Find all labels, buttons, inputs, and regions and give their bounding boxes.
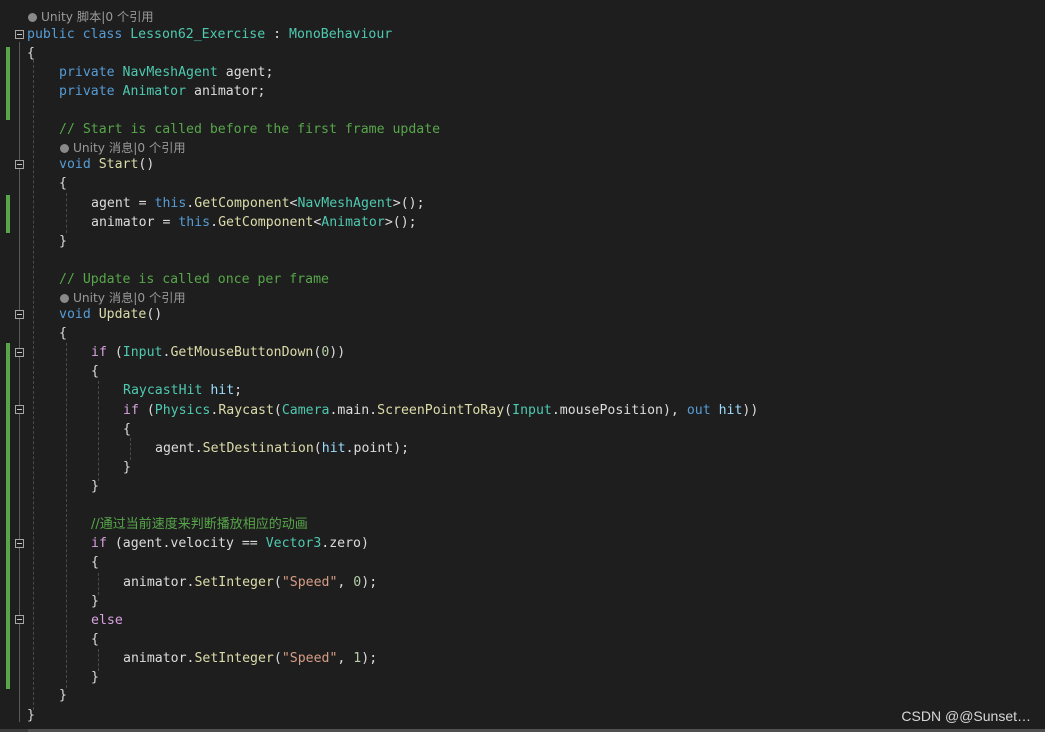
- indent-guide: [66, 193, 67, 233]
- fold-toggle-update[interactable]: [15, 310, 24, 319]
- code-line-brace[interactable]: {: [91, 362, 99, 381]
- csdn-watermark: CSDN @@Sunset…: [901, 708, 1031, 724]
- fold-toggle-else[interactable]: [15, 615, 24, 624]
- code-line-brace[interactable]: {: [27, 44, 35, 63]
- code-comment-chinese[interactable]: //通过当前速度来判断播放相应的动画: [91, 515, 308, 534]
- code-line-start-decl[interactable]: void Start(): [59, 155, 154, 174]
- code-line-set-speed-0[interactable]: animator.SetInteger("Speed", 0);: [123, 573, 377, 592]
- code-line-class-decl[interactable]: public class Lesson62_Exercise : MonoBeh…: [27, 25, 392, 44]
- indent-guide: [98, 381, 99, 481]
- code-line-else[interactable]: else: [91, 611, 123, 630]
- fold-toggle-start[interactable]: [15, 160, 24, 169]
- code-line-brace[interactable]: }: [59, 232, 67, 251]
- unity-icon: [60, 294, 69, 303]
- indent-guide: [66, 343, 67, 688]
- fold-toggle-class[interactable]: [15, 30, 24, 39]
- code-editor[interactable]: Unity 脚本|0 个引用 public class Lesson62_Exe…: [0, 0, 1045, 732]
- code-comment-start[interactable]: // Start is called before the first fram…: [59, 120, 440, 139]
- code-line-if-mouse[interactable]: if (Input.GetMouseButtonDown(0)): [91, 343, 345, 362]
- code-line-brace[interactable]: }: [91, 668, 99, 687]
- indent-guide: [33, 60, 34, 710]
- unity-icon: [28, 13, 37, 22]
- code-line-brace[interactable]: {: [123, 420, 131, 439]
- code-line-raycasthit[interactable]: RaycastHit hit;: [123, 381, 242, 400]
- code-line-if-velocity[interactable]: if (agent.velocity == Vector3.zero): [91, 534, 369, 553]
- code-line-brace[interactable]: }: [59, 686, 67, 705]
- code-line-field-agent[interactable]: private NavMeshAgent agent;: [59, 63, 273, 82]
- code-line-brace[interactable]: }: [91, 592, 99, 611]
- change-marker: [6, 64, 10, 120]
- change-marker: [6, 343, 10, 689]
- code-line-brace[interactable]: }: [91, 477, 99, 496]
- fold-toggle-if-velocity[interactable]: [15, 539, 24, 548]
- fold-toggle-if-mouse[interactable]: [15, 348, 24, 357]
- code-line-get-agent[interactable]: agent = this.GetComponent<NavMeshAgent>(…: [91, 194, 425, 213]
- code-line-brace[interactable]: {: [59, 174, 67, 193]
- code-line-brace[interactable]: {: [91, 630, 99, 649]
- unity-icon: [60, 144, 69, 153]
- code-comment-update[interactable]: // Update is called once per frame: [59, 270, 329, 289]
- code-line-brace[interactable]: }: [123, 458, 131, 477]
- code-line-if-raycast[interactable]: if (Physics.Raycast(Camera.main.ScreenPo…: [123, 401, 758, 420]
- change-marker: [6, 195, 10, 233]
- code-line-update-decl[interactable]: void Update(): [59, 305, 162, 324]
- indent-guide: [130, 438, 131, 460]
- codelens-text: Unity 脚本|0 个引用: [41, 10, 154, 24]
- code-line-set-destination[interactable]: agent.SetDestination(hit.point);: [155, 439, 409, 458]
- code-line-field-animator[interactable]: private Animator animator;: [59, 82, 265, 101]
- code-line-brace[interactable]: {: [91, 553, 99, 572]
- code-line-set-speed-1[interactable]: animator.SetInteger("Speed", 1);: [123, 649, 377, 668]
- fold-toggle-if-raycast[interactable]: [15, 405, 24, 414]
- code-line-brace[interactable]: }: [27, 706, 35, 725]
- code-line-brace[interactable]: {: [59, 324, 67, 343]
- code-line-get-animator[interactable]: animator = this.GetComponent<Animator>()…: [91, 213, 417, 232]
